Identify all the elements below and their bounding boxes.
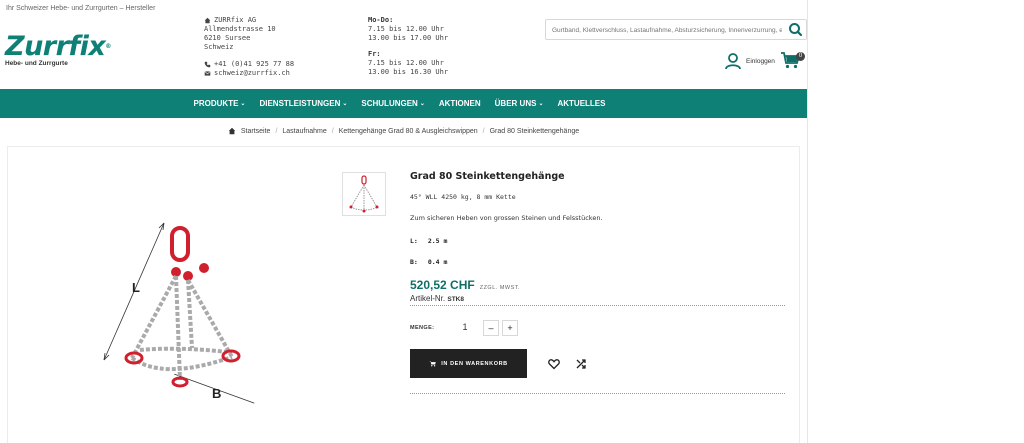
product-price: 520,52 CHF: [410, 278, 475, 292]
breadcrumb: Startseite / Lastaufnahme / Kettengehäng…: [0, 127, 807, 135]
chevron-down-icon: ⌄: [538, 101, 544, 107]
attribute-width: B: 0.4 m: [410, 258, 447, 266]
search-box: [545, 19, 807, 40]
vat-note: ZZGL. MWST.: [479, 285, 521, 291]
nav-label: Dienstleistungen: [259, 99, 341, 108]
price-block: 520,52 CHF ZZGL. MWST.: [410, 278, 520, 292]
article-number: Artikel-Nr. STK8: [410, 294, 785, 306]
dimension-label-l: L: [132, 280, 140, 295]
page-margin: [807, 0, 1024, 443]
main-navigation: Produkte ⌄ Dienstleistungen ⌄ Schulungen ⌄ …: [0, 89, 807, 118]
product-description: Zum sicheren Heben von grossen Steinen u…: [410, 214, 603, 222]
logo-registered-mark: ®: [105, 43, 111, 50]
heart-icon[interactable]: [548, 358, 560, 370]
product-thumbnail[interactable]: [342, 172, 386, 216]
nav-label: Schulungen: [361, 99, 418, 108]
logo-text: Zurrfix: [5, 31, 106, 62]
attribute-value: 0.4 m: [427, 258, 448, 266]
search-button[interactable]: [786, 21, 805, 38]
hours-label-fr: Fr:: [368, 50, 381, 58]
address-company: ZURRfix AG: [214, 16, 257, 24]
hours-line: 13.00 bis 16.30 Uhr: [368, 68, 449, 76]
login-link[interactable]: Einloggen: [724, 52, 775, 70]
nav-label: Aktuelles: [557, 99, 606, 108]
logo-wordmark: Zurrfix®: [5, 33, 111, 60]
header-tagline: Ihr Schweizer Hebe- und Zurrgurten – Her…: [6, 5, 156, 12]
quantity-increase-button[interactable]: +: [502, 319, 518, 336]
breadcrumb-kettengehaenge[interactable]: Kettengehänge Grad 80 & Ausgleichswippen: [339, 128, 478, 135]
cart-count-badge: 0: [796, 52, 805, 61]
breadcrumb-separator: /: [331, 127, 334, 135]
product-image[interactable]: L B: [92, 220, 267, 425]
home-icon: [204, 17, 211, 24]
breadcrumb-home[interactable]: Startseite: [241, 128, 271, 135]
breadcrumb-lastaufnahme[interactable]: Lastaufnahme: [282, 128, 326, 135]
search-input[interactable]: [552, 23, 782, 37]
address-country: Schweiz: [204, 43, 234, 51]
email-link[interactable]: schweiz@zurrfix.ch: [214, 69, 290, 78]
quantity-stepper: MENGE: 1 – +: [410, 319, 518, 336]
chevron-down-icon: ⌄: [240, 101, 246, 107]
nav-label: Aktionen: [438, 99, 481, 108]
address-street: Allmendstrasse 10: [204, 25, 276, 33]
attribute-label: B:: [410, 258, 418, 266]
cart-button[interactable]: 0: [780, 50, 806, 72]
nav-item-dienstleistungen[interactable]: Dienstleistungen ⌄: [259, 99, 347, 108]
home-icon: [228, 127, 236, 135]
opening-hours: Mo-Do: 7.15 bis 12.00 Uhr 13.00 bis 17.0…: [368, 16, 448, 77]
phone-icon: [204, 61, 211, 68]
nav-label: Über uns: [494, 99, 537, 108]
add-to-cart-label: IN DEN WARENKORB: [441, 360, 508, 367]
page: Ihr Schweizer Hebe- und Zurrgurten – Her…: [0, 0, 807, 443]
nav-item-produkte[interactable]: Produkte ⌄: [194, 99, 246, 108]
address-city: 6210 Sursee: [204, 34, 251, 42]
thumbnail-image: [349, 175, 379, 213]
hours-label-mo-do: Mo-Do:: [368, 16, 394, 24]
company-address: ZURRfix AG Allmendstrasse 10 6210 Sursee…: [204, 16, 294, 78]
quantity-decrease-button[interactable]: –: [483, 319, 499, 336]
attribute-length: L: 2.5 m: [410, 237, 447, 245]
phone-link[interactable]: +41 (0)41 925 77 88: [214, 60, 294, 69]
breadcrumb-separator: /: [275, 127, 278, 135]
nav-item-aktuelles[interactable]: Aktuelles: [557, 99, 605, 108]
nav-item-aktionen[interactable]: Aktionen: [439, 99, 481, 108]
cart-icon: [429, 361, 437, 367]
nav-label: Produkte: [193, 99, 239, 108]
product-title: Grad 80 Steinkettengehänge: [410, 171, 565, 182]
product-subtitle: 45° WLL 4250 kg, 8 mm Kette: [410, 193, 516, 201]
compare-icon[interactable]: [575, 358, 587, 370]
breadcrumb-separator: /: [482, 127, 485, 135]
attribute-label: L:: [410, 237, 418, 245]
quantity-label: MENGE:: [410, 324, 435, 331]
hours-line: 7.15 bis 12.00 Uhr: [368, 59, 444, 67]
article-number-label: Artikel-Nr.: [410, 294, 446, 303]
nav-item-schulungen[interactable]: Schulungen ⌄: [361, 99, 424, 108]
chevron-down-icon: ⌄: [419, 101, 425, 107]
search-icon: [789, 23, 803, 37]
nav-item-ueber-uns[interactable]: Über uns ⌄: [495, 99, 544, 108]
hours-line: 13.00 bis 17.00 Uhr: [368, 34, 449, 42]
logo[interactable]: Zurrfix® Hebe- und Zurrgurte: [5, 33, 111, 67]
attribute-value: 2.5 m: [427, 237, 448, 245]
mail-icon: [204, 71, 211, 76]
dimension-label-b: B: [212, 386, 221, 401]
login-label: Einloggen: [746, 57, 775, 65]
add-to-cart-button[interactable]: IN DEN WARENKORB: [410, 349, 527, 378]
hours-line: 7.15 bis 12.00 Uhr: [368, 25, 444, 33]
user-icon: [725, 53, 741, 70]
quantity-input[interactable]: 1: [450, 319, 480, 336]
article-number-value: STK8: [447, 296, 464, 303]
chevron-down-icon: ⌄: [342, 101, 348, 107]
breadcrumb-current: Grad 80 Steinkettengehänge: [489, 127, 580, 135]
product-info: Grad 80 Steinkettengehänge 45° WLL 4250 …: [410, 171, 785, 394]
divider: [410, 393, 785, 394]
